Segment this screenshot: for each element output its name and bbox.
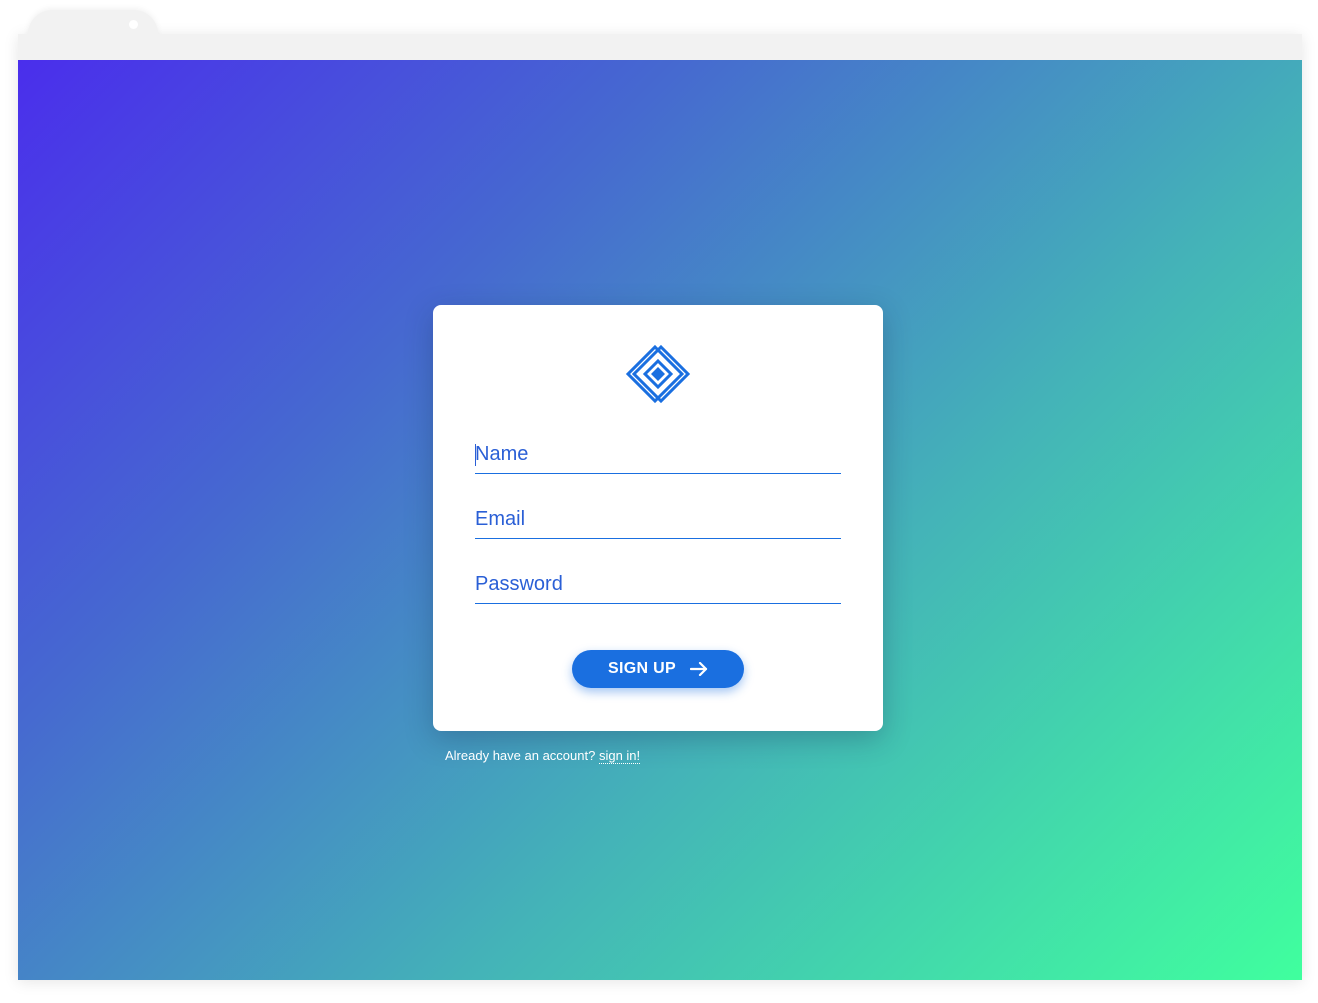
password-input[interactable] — [475, 569, 841, 599]
signup-button[interactable]: SIGN UP — [572, 650, 744, 688]
name-field[interactable] — [475, 439, 841, 474]
signup-button-label: SIGN UP — [608, 660, 676, 677]
signup-card: SIGN UP — [433, 305, 883, 731]
signin-link[interactable]: sign in! — [598, 748, 641, 764]
browser-toolbar — [18, 34, 1302, 60]
browser-window: SIGN UP Already have an account? sign in… — [18, 10, 1302, 980]
email-input[interactable] — [475, 504, 841, 534]
arrow-right-icon — [689, 662, 708, 676]
password-field[interactable] — [475, 569, 841, 604]
name-input[interactable] — [475, 439, 841, 469]
page-background: SIGN UP Already have an account? sign in… — [18, 60, 1302, 980]
email-field[interactable] — [475, 504, 841, 539]
text-cursor — [475, 444, 476, 466]
diamond-logo-icon — [625, 344, 691, 404]
signin-prompt: Already have an account? sign in! — [445, 748, 641, 764]
tab-indicator-dot — [129, 20, 138, 29]
signin-prompt-text: Already have an account? — [445, 748, 596, 763]
